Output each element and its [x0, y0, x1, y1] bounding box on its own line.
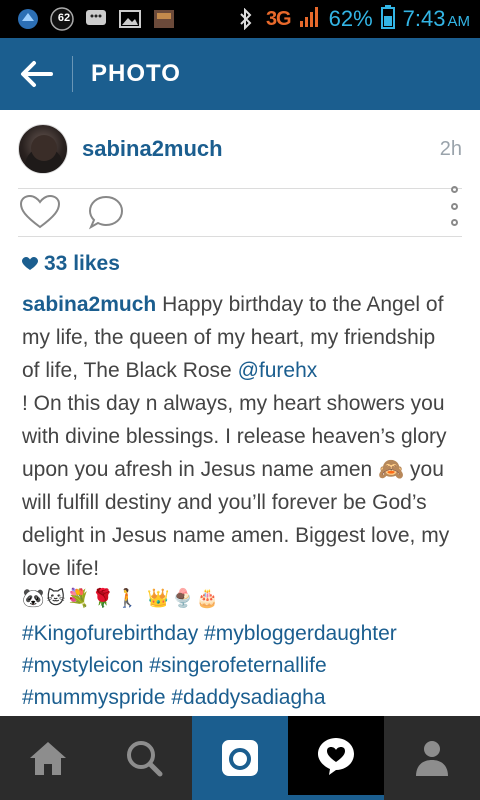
signal-icon: [299, 6, 321, 33]
caption-text-2: ! On this day n always, my heart showers…: [22, 392, 450, 580]
page-title: PHOTO: [91, 60, 181, 87]
arrow-left-icon: [21, 61, 53, 87]
app-bar: PHOTO: [0, 38, 480, 110]
network-type: 3G: [265, 7, 292, 30]
back-button[interactable]: [0, 38, 72, 110]
notification-count: 62: [57, 12, 71, 24]
vertical-dots-icon: [450, 186, 458, 193]
home-icon: [30, 742, 66, 775]
person-icon: [416, 741, 448, 776]
comment-button[interactable]: [84, 192, 128, 232]
heart-bubble-icon: [318, 737, 354, 775]
gallery-icon: [118, 7, 142, 31]
battery-icon: [380, 4, 395, 34]
post-username[interactable]: sabina2much: [82, 136, 223, 162]
battery-percent: 62%: [328, 6, 373, 31]
appbar-divider: [72, 56, 73, 92]
clock: 7:43 AM: [402, 6, 470, 31]
nav-profile[interactable]: [384, 716, 480, 800]
post-actions: [0, 189, 480, 235]
post-timestamp: 2h: [439, 137, 462, 160]
avatar[interactable]: [18, 124, 68, 174]
likes-label: 33 likes: [44, 252, 120, 275]
likes-count[interactable]: 33 likes: [22, 252, 120, 276]
heart-outline-icon: [19, 194, 61, 229]
post-caption: sabina2much Happy birthday to the Angel …: [22, 288, 458, 585]
more-options-button[interactable]: [444, 186, 464, 226]
nav-home[interactable]: [0, 716, 96, 800]
bluetooth-icon: [234, 7, 258, 31]
divider: [18, 236, 462, 237]
like-button[interactable]: [18, 192, 62, 232]
bbm-icon: [84, 7, 108, 31]
nav-camera[interactable]: [192, 716, 288, 800]
search-icon: [127, 741, 163, 777]
bottom-navigation: [0, 716, 480, 800]
speech-bubble-icon: [88, 195, 124, 230]
nav-activity[interactable]: [288, 716, 384, 800]
image-thumbnail-icon: [152, 7, 176, 31]
caption-username[interactable]: sabina2much: [22, 293, 156, 316]
heart-filled-icon: [22, 257, 38, 270]
nav-search[interactable]: [96, 716, 192, 800]
caption-hashtags[interactable]: #Kingofurebirthday #mybloggerdaughter #m…: [22, 618, 462, 714]
caption-mention[interactable]: @furehx: [238, 359, 318, 382]
post-header: sabina2much 2h: [0, 110, 480, 188]
caption-emoji-line: 🐼🐱💐🌹🚶 👑🍨🎂: [22, 588, 221, 608]
app-notification-icon: [16, 7, 40, 31]
camera-icon: [222, 740, 258, 776]
